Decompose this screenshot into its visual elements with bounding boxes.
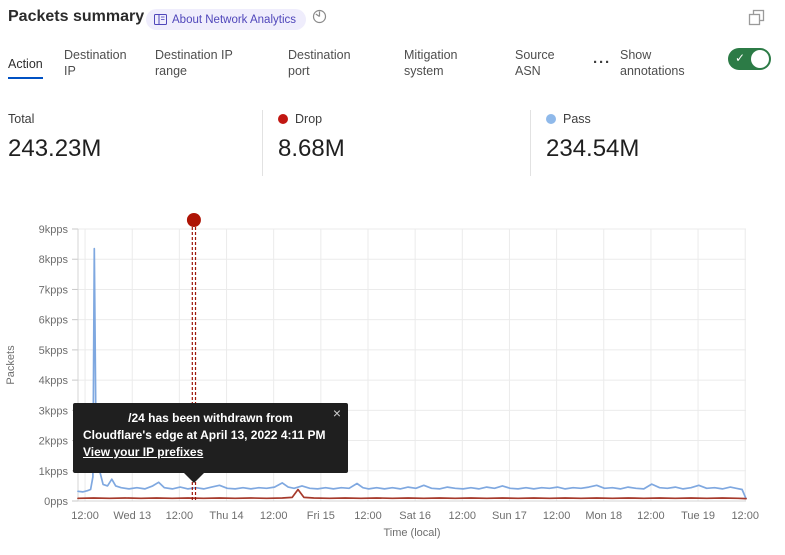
x-tick-label: Sun 17 xyxy=(492,510,527,522)
more-tabs-button[interactable]: ··· xyxy=(593,54,611,71)
close-icon[interactable]: × xyxy=(333,405,341,422)
x-tick-label: 12:00 xyxy=(260,510,288,522)
dimension-tabs: Action Destination IP Destination IP ran… xyxy=(0,44,785,92)
y-tick-label: 3kpps xyxy=(39,405,69,417)
stat-drop[interactable]: Drop 8.68M xyxy=(278,112,345,163)
tooltip-caret xyxy=(183,472,205,483)
y-tick-label: 2kpps xyxy=(39,436,69,448)
expand-window-icon[interactable] xyxy=(748,9,765,31)
x-tick-label: 12:00 xyxy=(543,510,571,522)
y-tick-label: 8kpps xyxy=(39,254,69,266)
tab-source-asn[interactable]: Source ASN xyxy=(515,47,573,79)
x-tick-label: Thu 14 xyxy=(209,510,243,522)
check-icon: ✓ xyxy=(735,51,745,65)
summary-stats: Total 243.23M Drop 8.68M Pass 234.54M xyxy=(0,108,785,180)
show-annotations-label: Show annotations xyxy=(620,47,710,79)
y-tick-label: 9kpps xyxy=(39,224,69,236)
drop-line xyxy=(78,490,746,499)
x-tick-label: 12:00 xyxy=(354,510,382,522)
x-tick-label: 12:00 xyxy=(71,510,99,522)
y-tick-label: 5kpps xyxy=(39,345,69,357)
page-title: Packets summary xyxy=(8,8,144,26)
x-tick-label: Fri 15 xyxy=(307,510,335,522)
stat-total[interactable]: Total 243.23M xyxy=(8,112,101,163)
pass-legend-dot xyxy=(546,114,556,124)
tab-destination-ip-range[interactable]: Destination IP range xyxy=(155,47,255,79)
stats-divider xyxy=(262,110,263,176)
y-tick-label: 6kpps xyxy=(39,315,69,327)
x-tick-label: 12:00 xyxy=(166,510,194,522)
x-tick-label: Sat 16 xyxy=(399,510,431,522)
about-network-analytics-link[interactable]: About Network Analytics xyxy=(146,9,306,30)
x-tick-label: 12:00 xyxy=(449,510,477,522)
x-tick-label: 12:00 xyxy=(637,510,665,522)
stat-drop-value: 8.68M xyxy=(278,135,345,163)
x-tick-label: 12:00 xyxy=(731,510,759,522)
annotation-marker[interactable] xyxy=(187,213,201,227)
drop-legend-dot xyxy=(278,114,288,124)
y-axis-title: Packets xyxy=(5,345,17,385)
stat-pass[interactable]: Pass 234.54M xyxy=(546,112,639,163)
packets-summary-panel: 0pps 1kpps 2kpps 3kpps 4kpps 5kpps 6kpps 7kpps 8… xyxy=(0,0,785,555)
time-period-icon[interactable] xyxy=(312,9,327,29)
tab-action[interactable]: Action xyxy=(8,56,43,79)
stat-pass-label: Pass xyxy=(563,112,591,126)
x-axis-title: Time (local) xyxy=(383,527,440,539)
x-tick-label: Tue 19 xyxy=(681,510,715,522)
y-tick-label: 4kpps xyxy=(39,375,69,387)
stats-divider xyxy=(530,110,531,176)
tooltip-line2: Cloudflare's edge at April 13, 2022 4:11… xyxy=(83,427,338,444)
x-tick-label: Wed 13 xyxy=(113,510,151,522)
tab-mitigation-system[interactable]: Mitigation system xyxy=(404,47,476,79)
stat-pass-value: 234.54M xyxy=(546,135,639,163)
y-tick-label: 7kpps xyxy=(39,284,69,296)
book-icon xyxy=(154,14,167,25)
annotation-tooltip: /24 has been withdrawn from Cloudflare's… xyxy=(73,403,348,473)
x-tick-label: Mon 18 xyxy=(585,510,622,522)
tooltip-line1: /24 has been withdrawn from xyxy=(83,410,338,427)
show-annotations-toggle[interactable]: ✓ xyxy=(728,48,771,70)
about-link-label: About Network Analytics xyxy=(172,14,296,26)
y-tick-label: 1kpps xyxy=(39,466,69,478)
stat-total-label: Total xyxy=(8,112,34,126)
view-ip-prefixes-link[interactable]: View your IP prefixes xyxy=(83,444,203,461)
tab-destination-port[interactable]: Destination port xyxy=(288,47,370,79)
stat-total-value: 243.23M xyxy=(8,135,101,163)
tab-destination-ip[interactable]: Destination IP xyxy=(64,47,140,79)
y-tick-label: 0pps xyxy=(44,496,68,508)
stat-drop-label: Drop xyxy=(295,112,322,126)
toggle-knob xyxy=(751,50,769,68)
